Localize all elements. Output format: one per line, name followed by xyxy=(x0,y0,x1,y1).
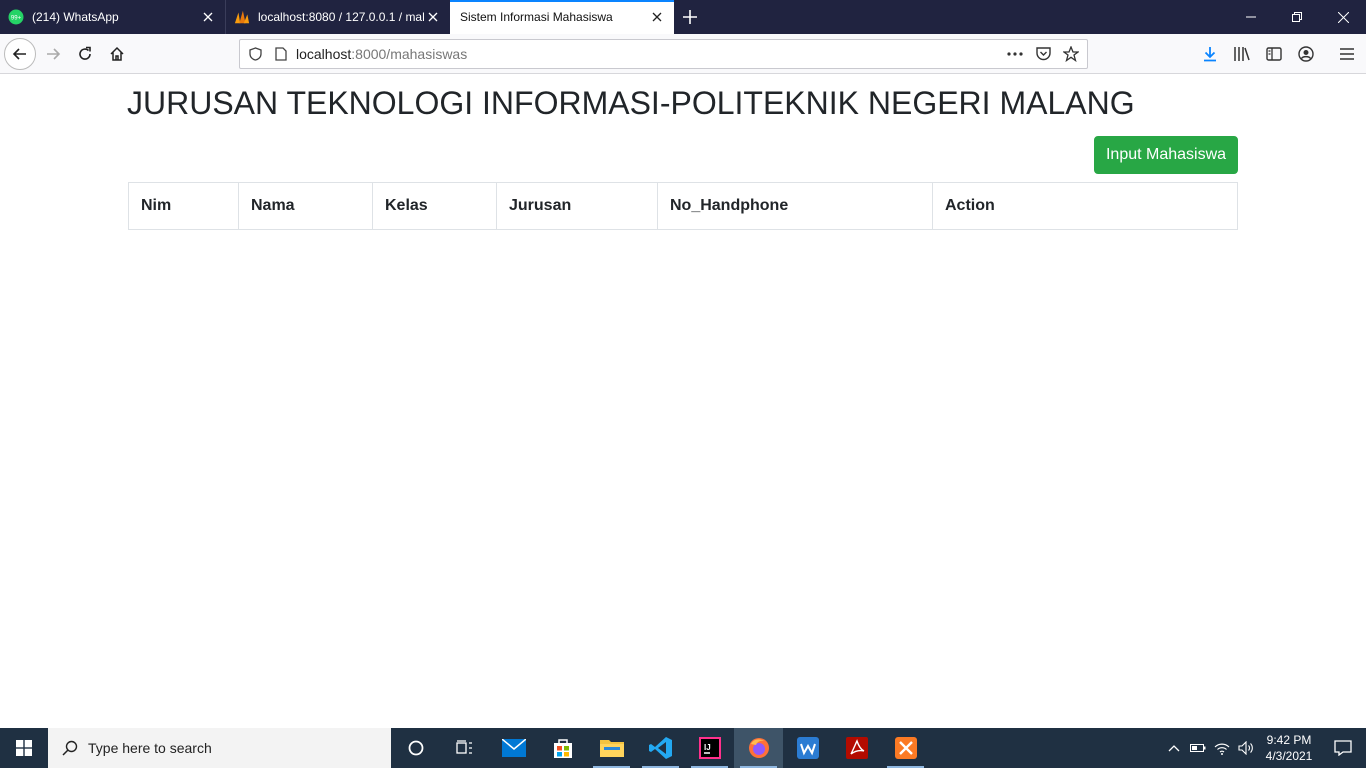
battery-icon[interactable] xyxy=(1186,728,1210,768)
wps-writer-app[interactable] xyxy=(783,728,832,768)
tab-title: Sistem Informasi Mahasiswa xyxy=(460,10,613,24)
window-controls xyxy=(1228,0,1366,34)
folder-icon xyxy=(599,740,624,757)
close-icon[interactable] xyxy=(199,8,217,26)
windows-icon xyxy=(16,740,32,756)
svg-text:IJ: IJ xyxy=(704,743,711,752)
firefox-app[interactable] xyxy=(734,728,783,768)
store-icon xyxy=(553,739,572,758)
whatsapp-icon: 99+ xyxy=(8,9,24,25)
vscode-icon xyxy=(648,737,672,759)
cortana-button[interactable] xyxy=(391,728,440,768)
tab-title: localhost:8080 / 127.0.0.1 / mahasiswa xyxy=(258,10,424,24)
clock-time: 9:42 PM xyxy=(1266,733,1312,747)
cortana-icon xyxy=(408,740,423,756)
column-header-nama: Nama xyxy=(238,182,373,230)
column-header-jurusan: Jurusan xyxy=(496,182,658,230)
arrow-right-icon xyxy=(47,48,61,60)
column-header-no-handphone: No_Handphone xyxy=(657,182,933,230)
clock[interactable]: 9:42 PM 4/3/2021 xyxy=(1258,732,1320,764)
notification-center-button[interactable] xyxy=(1320,728,1366,768)
xampp-icon xyxy=(894,737,917,759)
menu-button[interactable] xyxy=(1331,38,1363,70)
address-bar[interactable]: localhost:8000/mahasiswas xyxy=(239,39,1088,69)
tab-title: (214) WhatsApp xyxy=(32,10,119,24)
tab-phpmyadmin[interactable]: localhost:8080 / 127.0.0.1 / mahasiswa xyxy=(225,0,450,34)
sidebar-button[interactable] xyxy=(1258,38,1290,70)
page-title: JURUSAN TEKNOLOGI INFORMASI-POLITEKNIK N… xyxy=(127,85,1135,121)
task-view-button[interactable] xyxy=(440,728,489,768)
forward-button[interactable] xyxy=(37,38,69,70)
plus-icon xyxy=(683,10,697,24)
page-content: JURUSAN TEKNOLOGI INFORMASI-POLITEKNIK N… xyxy=(0,75,1366,728)
mahasiswa-table: Nim Nama Kelas Jurusan No_Handphone Acti… xyxy=(128,182,1238,230)
phpmyadmin-icon xyxy=(234,9,250,25)
library-icon xyxy=(1234,47,1250,61)
hamburger-icon xyxy=(1340,48,1354,60)
xampp-app[interactable] xyxy=(881,728,930,768)
page-icon[interactable] xyxy=(270,43,292,65)
notification-icon xyxy=(1334,740,1352,756)
reload-button[interactable] xyxy=(69,38,101,70)
acrobat-app[interactable] xyxy=(832,728,881,768)
restore-button[interactable] xyxy=(1274,0,1320,34)
mail-app[interactable] xyxy=(489,728,538,768)
browser-toolbar: localhost:8000/mahasiswas xyxy=(0,34,1366,74)
search-placeholder: Type here to search xyxy=(88,740,212,756)
intellij-icon: IJ xyxy=(698,737,721,759)
home-button[interactable] xyxy=(101,38,133,70)
taskbar-search[interactable]: Type here to search xyxy=(48,728,391,768)
task-view-icon xyxy=(455,740,472,754)
tab-sistem-informasi[interactable]: Sistem Informasi Mahasiswa xyxy=(450,0,674,34)
windows-taskbar: Type here to search IJ 9:42 PM 4/3/2021 xyxy=(0,728,1366,768)
account-button[interactable] xyxy=(1290,38,1322,70)
back-button[interactable] xyxy=(4,38,36,70)
system-tray: 9:42 PM 4/3/2021 xyxy=(1162,728,1366,768)
home-icon xyxy=(110,46,124,61)
svg-text:99+: 99+ xyxy=(11,16,22,22)
column-header-kelas: Kelas xyxy=(372,182,497,230)
url-host: localhost xyxy=(296,46,352,62)
more-actions-icon[interactable] xyxy=(1003,43,1027,65)
column-header-action: Action xyxy=(932,182,1238,230)
arrow-left-icon xyxy=(12,48,26,60)
account-icon xyxy=(1298,46,1314,62)
close-icon[interactable] xyxy=(648,8,666,26)
star-icon[interactable] xyxy=(1059,43,1083,65)
shield-icon[interactable] xyxy=(244,43,266,65)
search-icon xyxy=(60,738,80,758)
wps-writer-icon xyxy=(796,737,819,759)
library-button[interactable] xyxy=(1226,38,1258,70)
wifi-icon[interactable] xyxy=(1210,728,1234,768)
chevron-up-icon[interactable] xyxy=(1162,728,1186,768)
url-path: :8000/mahasiswas xyxy=(351,46,468,62)
table-header-row: Nim Nama Kelas Jurusan No_Handphone Acti… xyxy=(128,182,1238,230)
file-explorer-app[interactable] xyxy=(587,728,636,768)
sidebar-icon xyxy=(1266,47,1282,61)
mail-icon xyxy=(501,739,526,757)
browser-tab-strip: 99+ (214) WhatsApp localhost:8080 / 127.… xyxy=(0,0,1366,34)
firefox-icon xyxy=(748,738,769,758)
start-button[interactable] xyxy=(0,728,48,768)
close-icon[interactable] xyxy=(424,8,442,26)
new-tab-button[interactable] xyxy=(674,0,706,34)
pocket-icon[interactable] xyxy=(1031,43,1055,65)
tab-whatsapp[interactable]: 99+ (214) WhatsApp xyxy=(0,0,225,34)
vscode-app[interactable] xyxy=(636,728,685,768)
intellij-app[interactable]: IJ xyxy=(685,728,734,768)
close-window-button[interactable] xyxy=(1320,0,1366,34)
minimize-button[interactable] xyxy=(1228,0,1274,34)
clock-date: 4/3/2021 xyxy=(1265,749,1313,763)
downloads-button[interactable] xyxy=(1194,38,1226,70)
volume-icon[interactable] xyxy=(1234,728,1258,768)
input-mahasiswa-button[interactable]: Input Mahasiswa xyxy=(1094,136,1238,174)
url-text[interactable]: localhost:8000/mahasiswas xyxy=(296,46,467,62)
download-icon xyxy=(1204,47,1216,62)
store-app[interactable] xyxy=(538,728,587,768)
reload-icon xyxy=(79,46,91,60)
acrobat-icon xyxy=(845,737,868,759)
column-header-nim: Nim xyxy=(128,182,239,230)
